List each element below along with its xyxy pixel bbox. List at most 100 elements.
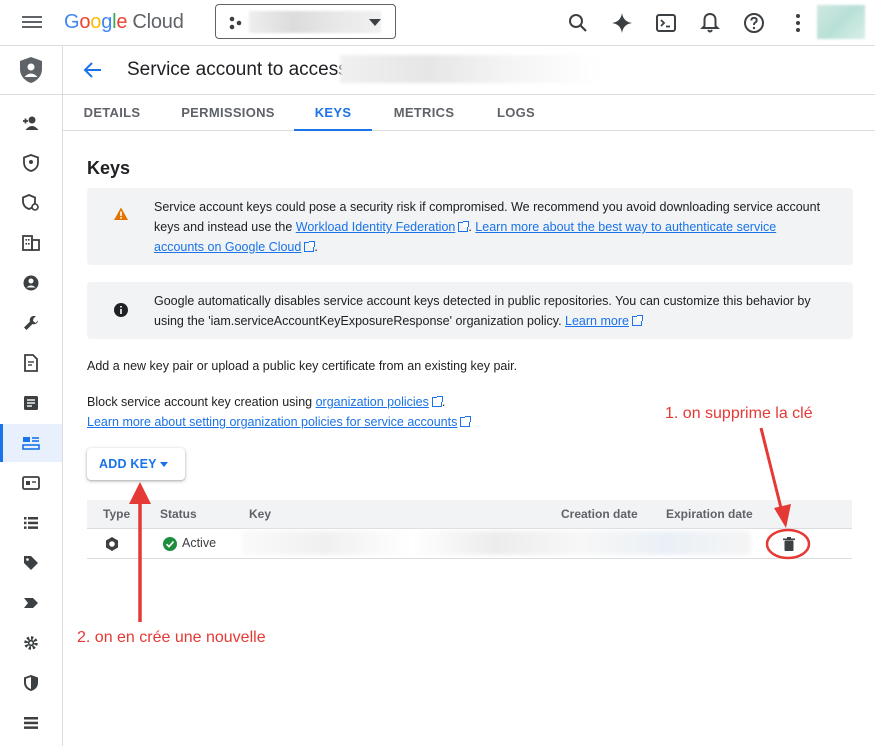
sidebar-item-labels[interactable] bbox=[0, 384, 62, 422]
sidebar-item-settings[interactable] bbox=[0, 624, 62, 662]
external-link-icon bbox=[460, 416, 472, 427]
main-menu-icon[interactable] bbox=[22, 13, 42, 31]
warning-text: Service account keys could pose a securi… bbox=[154, 197, 823, 257]
add-key-button[interactable]: ADD KEY bbox=[87, 448, 185, 480]
sidebar-item-tags[interactable] bbox=[0, 544, 62, 582]
external-link-icon bbox=[458, 221, 470, 232]
tab-metrics[interactable]: METRICS bbox=[386, 95, 462, 131]
page-title: Service account to access bbox=[127, 59, 348, 80]
column-header-creation-date[interactable]: Creation date bbox=[561, 507, 638, 521]
more-vert-icon[interactable] bbox=[786, 11, 810, 35]
tab-bar: DETAILS PERMISSIONS KEYS METRICS LOGS bbox=[63, 95, 875, 131]
sidebar bbox=[0, 46, 63, 746]
iam-shield-icon[interactable] bbox=[19, 56, 43, 84]
external-link-icon bbox=[304, 241, 316, 252]
column-header-type[interactable]: Type bbox=[103, 507, 130, 521]
annotation-create-key: 2. on en crée une nouvelle bbox=[77, 629, 266, 646]
shield-search-icon bbox=[22, 194, 39, 211]
logo-letter: e bbox=[116, 11, 128, 33]
add-key-description: Add a new key pair or upload a public ke… bbox=[87, 359, 518, 373]
logo-letter: o bbox=[79, 11, 91, 33]
google-cloud-logo[interactable]: Google Cloud bbox=[64, 11, 184, 34]
chevron-down-icon bbox=[369, 19, 381, 26]
delete-icon[interactable] bbox=[781, 536, 797, 552]
account-circle-icon bbox=[23, 275, 39, 291]
tab-permissions[interactable]: PERMISSIONS bbox=[176, 95, 280, 131]
key-id-redacted bbox=[241, 531, 751, 555]
shield-half-icon bbox=[24, 675, 38, 691]
help-icon[interactable] bbox=[742, 11, 766, 35]
warning-icon bbox=[114, 207, 128, 220]
project-selector[interactable] bbox=[215, 4, 396, 39]
tag-icon bbox=[24, 556, 38, 570]
shield-key-icon bbox=[23, 154, 39, 172]
organization-policies-link[interactable]: organization policies bbox=[315, 395, 443, 409]
key-type-icon bbox=[106, 537, 118, 551]
tab-details[interactable]: DETAILS bbox=[78, 95, 146, 131]
logo-letter: o bbox=[90, 11, 102, 33]
person-add-icon bbox=[23, 116, 39, 130]
learn-more-org-policies-link[interactable]: Learn more about setting organization po… bbox=[87, 415, 472, 429]
terminal-icon[interactable] bbox=[654, 11, 678, 35]
logo-cloud: Cloud bbox=[132, 11, 184, 33]
link-label: Learn more bbox=[565, 314, 629, 328]
service-account-icon bbox=[22, 437, 40, 450]
sidebar-item-service-accounts[interactable] bbox=[0, 424, 62, 462]
sidebar-item-forward[interactable] bbox=[0, 584, 62, 622]
top-bar: Google Cloud bbox=[0, 0, 875, 46]
column-header-expiration-date[interactable]: Expiration date bbox=[666, 507, 753, 521]
sidebar-product-header bbox=[0, 46, 62, 95]
section-heading: Keys bbox=[87, 158, 131, 178]
external-link-icon bbox=[431, 396, 443, 407]
link-label: organization policies bbox=[315, 395, 429, 409]
logo-letter: G bbox=[64, 11, 80, 33]
doc-search-icon bbox=[24, 354, 38, 372]
logo-letter: g bbox=[101, 11, 113, 33]
bell-icon[interactable] bbox=[698, 11, 722, 35]
column-header-key[interactable]: Key bbox=[249, 507, 271, 521]
sidebar-item-organization[interactable] bbox=[0, 224, 62, 262]
project-name-redacted bbox=[249, 11, 381, 33]
check-circle-icon bbox=[163, 537, 177, 551]
annotation-delete-key: 1. on supprime la clé bbox=[665, 405, 813, 422]
label-arrow-icon bbox=[24, 598, 38, 608]
workload-identity-federation-link[interactable]: Workload Identity Federation bbox=[295, 220, 470, 234]
sidebar-item-list[interactable] bbox=[0, 504, 62, 542]
gear-icon bbox=[24, 636, 38, 650]
gemini-icon[interactable] bbox=[610, 11, 634, 35]
column-header-status[interactable]: Status bbox=[160, 507, 197, 521]
sidebar-item-privacy[interactable] bbox=[0, 664, 62, 702]
add-key-label: ADD KEY bbox=[99, 457, 157, 471]
security-warning-banner: Service account keys could pose a securi… bbox=[87, 188, 853, 265]
search-icon[interactable] bbox=[566, 11, 590, 35]
project-icon bbox=[229, 16, 242, 30]
back-arrow-icon[interactable] bbox=[81, 59, 103, 81]
info-text-part: Google automatically disables service ac… bbox=[154, 294, 811, 328]
sidebar-item-add-person[interactable] bbox=[0, 104, 62, 142]
service-account-name-redacted bbox=[340, 55, 600, 83]
info-banner: Google automatically disables service ac… bbox=[87, 282, 853, 339]
key-status: Active bbox=[182, 536, 217, 550]
sidebar-item-collapse[interactable] bbox=[0, 704, 62, 742]
page-header: Service account to access bbox=[63, 46, 875, 95]
link-label: Workload Identity Federation bbox=[295, 220, 456, 234]
sidebar-item-tools[interactable] bbox=[0, 304, 62, 342]
tab-keys[interactable]: KEYS bbox=[294, 95, 372, 131]
sidebar-item-pam[interactable] bbox=[0, 144, 62, 182]
list-icon bbox=[24, 517, 38, 529]
dropdown-arrow-icon bbox=[160, 462, 168, 467]
account-avatar[interactable] bbox=[817, 5, 865, 39]
sidebar-item-workload-identity[interactable] bbox=[0, 464, 62, 502]
sidebar-item-audit[interactable] bbox=[0, 344, 62, 382]
id-card-icon bbox=[22, 476, 40, 490]
menu-collapse-icon bbox=[24, 717, 38, 729]
sidebar-item-identity[interactable] bbox=[0, 264, 62, 302]
wrench-icon bbox=[24, 316, 38, 330]
learn-more-exposure-link[interactable]: Learn more bbox=[565, 314, 643, 328]
tab-logs[interactable]: LOGS bbox=[488, 95, 544, 131]
sidebar-item-policy-troubleshooter[interactable] bbox=[0, 184, 62, 222]
block-text: Block service account key creation using bbox=[87, 395, 316, 409]
building-icon bbox=[22, 235, 40, 251]
external-link-icon bbox=[631, 315, 643, 326]
info-icon bbox=[114, 303, 128, 317]
